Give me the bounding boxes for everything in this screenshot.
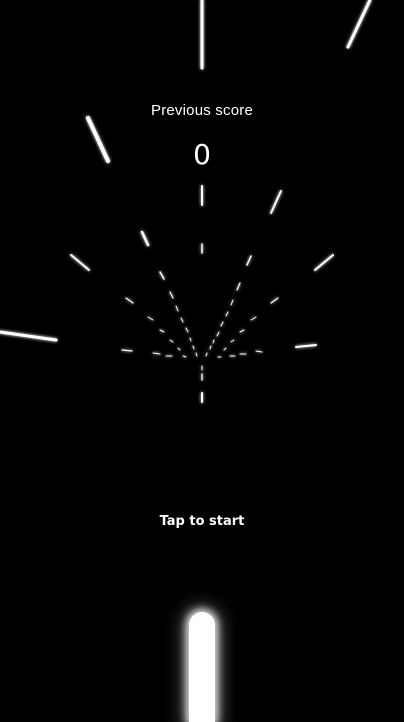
tunnel-line xyxy=(159,271,165,280)
tunnel-line xyxy=(346,0,372,49)
tunnel-line xyxy=(270,297,279,304)
previous-score-value: 0 xyxy=(193,138,211,171)
previous-score-label: Previous score xyxy=(150,102,253,119)
tunnel-line xyxy=(195,352,198,357)
game-screen[interactable]: Previous score 0 Tap to start xyxy=(0,0,404,722)
tunnel-line xyxy=(70,254,90,271)
tunnel-line xyxy=(230,339,235,343)
tunnel-line xyxy=(0,330,58,342)
tunnel-line xyxy=(295,344,317,348)
tunnel-line xyxy=(159,329,165,333)
tunnel-line xyxy=(189,337,192,342)
glowing-bar-icon xyxy=(189,612,215,722)
tunnel-line xyxy=(212,339,215,344)
tunnel-line xyxy=(230,299,234,306)
tunnel-line xyxy=(225,311,229,317)
tunnel-line xyxy=(314,254,334,271)
tunnel-line xyxy=(177,347,181,351)
tunnel-line xyxy=(152,352,161,355)
tunnel-line xyxy=(169,291,174,299)
tunnel-line xyxy=(182,355,187,358)
tunnel-line xyxy=(246,255,252,266)
tunnel-line xyxy=(216,331,220,337)
tunnel-line xyxy=(125,297,134,304)
tunnel-line xyxy=(220,321,224,327)
tunnel-line xyxy=(121,349,133,352)
tunnel-line xyxy=(147,316,154,321)
tunnel-line xyxy=(270,190,282,214)
tunnel-line xyxy=(205,352,208,357)
tunnel-line xyxy=(140,230,150,247)
tunnel-line xyxy=(185,327,189,333)
tunnel-line xyxy=(239,329,245,333)
tunnel-line xyxy=(250,316,257,321)
tunnel-line xyxy=(236,282,241,291)
tunnel-line xyxy=(223,347,227,351)
tunnel-line xyxy=(175,305,179,312)
tap-to-start-prompt[interactable]: Tap to start xyxy=(0,514,404,529)
tunnel-line xyxy=(192,345,195,350)
tunnel-line xyxy=(180,317,184,323)
tunnel-line xyxy=(255,350,263,353)
tunnel-line xyxy=(209,345,212,350)
tunnel-line xyxy=(169,339,174,343)
